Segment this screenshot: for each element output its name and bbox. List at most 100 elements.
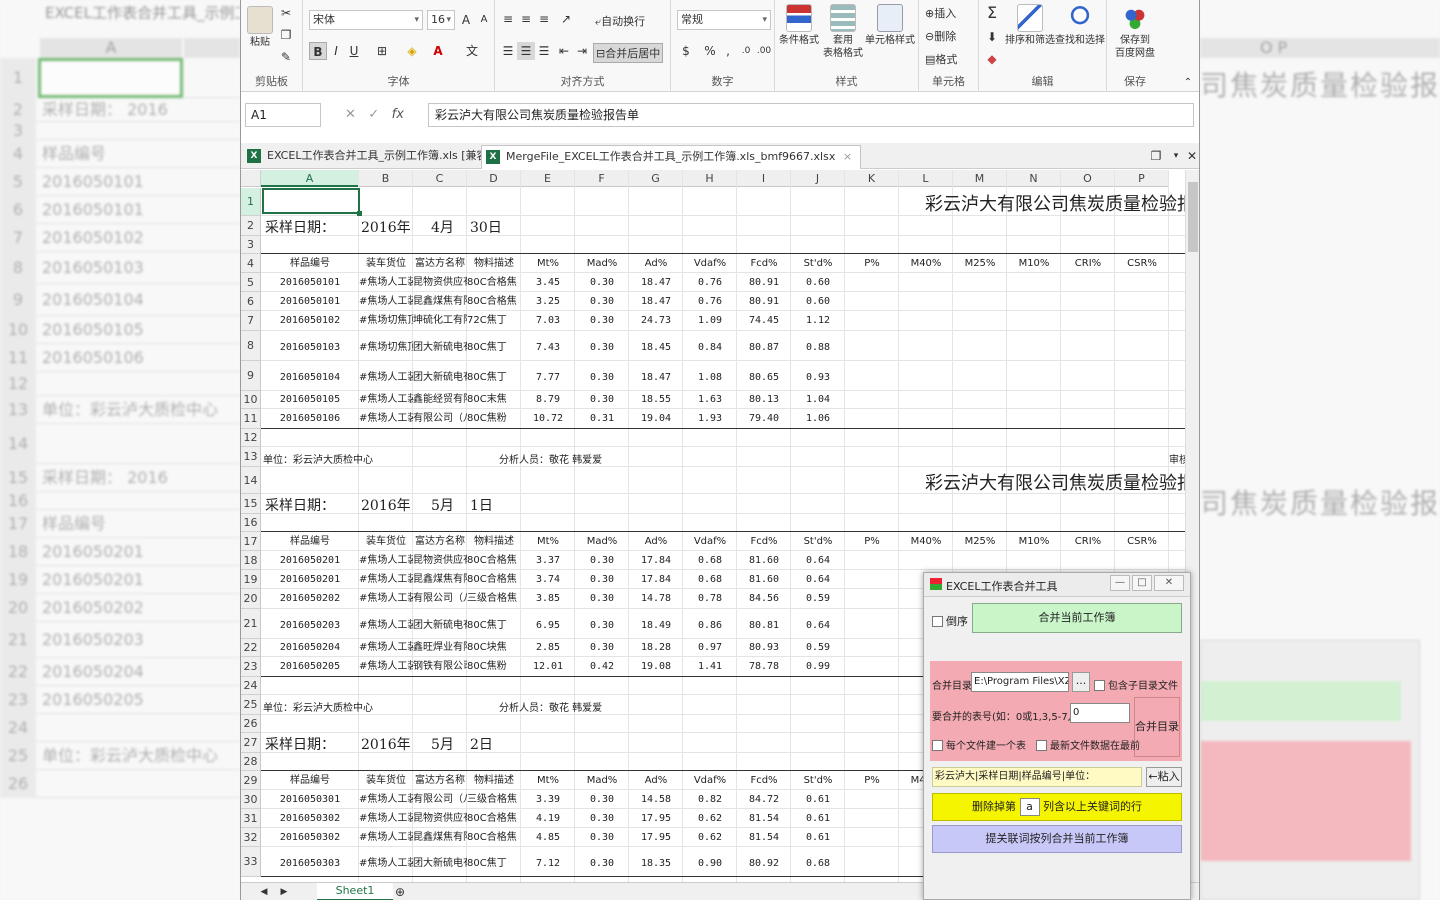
table-row-cell[interactable]: 0.59 — [791, 589, 845, 609]
delete-rows-button[interactable]: 删除掉第 a 列含以上关键词的行 — [932, 793, 1182, 821]
row-header-21[interactable]: 21 — [241, 609, 261, 639]
fill-color-icon[interactable]: ◈ — [403, 42, 421, 60]
table-row-cell[interactable]: 0.30 — [575, 361, 629, 391]
row-header-5[interactable]: 5 — [241, 273, 261, 292]
cut-icon[interactable]: ✂ — [277, 4, 295, 22]
row-header-11[interactable]: 11 — [241, 409, 261, 429]
table-row-cell[interactable]: 0.90 — [683, 847, 737, 877]
table-row-cell[interactable]: #焦场人工装 — [359, 409, 413, 429]
row-header-32[interactable]: 32 — [241, 828, 261, 847]
table-row-cell[interactable]: #焦场切焦顶 — [359, 311, 413, 331]
related-merge-button[interactable]: 提关联词按列合并当前工作簿 — [932, 825, 1182, 853]
table-row-cell[interactable]: 2016050302 — [261, 828, 359, 847]
column-header-C[interactable]: C — [413, 170, 467, 187]
column-header-F[interactable]: F — [575, 170, 629, 187]
table-row-cell[interactable]: 7.77 — [521, 361, 575, 391]
table-row-cell[interactable]: 80C焦丁 — [467, 847, 521, 877]
table-row-cell[interactable]: 2016050104 — [261, 361, 359, 391]
align-right-icon[interactable]: ☰ — [535, 42, 553, 60]
autosum-button[interactable]: Σ — [983, 4, 1001, 22]
align-bottom-icon[interactable]: ≡ — [535, 10, 553, 28]
table-row-cell[interactable]: 0.68 — [683, 551, 737, 570]
newest-first-checkbox[interactable]: 最新文件数据在最前 — [1036, 737, 1140, 752]
table-row-cell[interactable]: 昆鑫煤焦有限 — [413, 292, 467, 311]
table-row-cell[interactable]: 17.95 — [629, 809, 683, 828]
conditional-format-button[interactable]: 条件格式 — [779, 4, 819, 47]
workbook-tab-1[interactable]: X EXCEL工作表合并工具_示例工作簿.xls [兼容模式] — [243, 145, 522, 169]
table-row-cell[interactable]: 80C合格焦 — [467, 828, 521, 847]
italic-button[interactable]: I — [327, 42, 345, 60]
dir-input[interactable]: E:\Program Files\XZB\EXC — [971, 672, 1069, 692]
minimize-icon[interactable]: — — [1110, 575, 1130, 591]
table-row-cell[interactable]: 18.47 — [629, 361, 683, 391]
table-row-cell[interactable]: 72C焦丁 — [467, 311, 521, 331]
table-row-cell[interactable]: 0.42 — [575, 657, 629, 677]
table-row-cell[interactable]: 80.13 — [737, 391, 791, 409]
table-row-cell[interactable]: 0.60 — [791, 273, 845, 292]
format-painter-icon[interactable]: ✎ — [277, 48, 295, 66]
column-header-I[interactable]: I — [737, 170, 791, 187]
align-center-icon[interactable]: ☰ — [517, 42, 535, 60]
table-row-cell[interactable]: 鑫能经贸有限 — [413, 391, 467, 409]
font-color-icon[interactable]: A — [429, 42, 447, 60]
table-row-cell[interactable]: 昆鑫煤焦有限 — [413, 570, 467, 589]
currency-button[interactable]: $ — [677, 42, 695, 60]
table-row-cell[interactable]: 74.45 — [737, 311, 791, 331]
table-row-cell[interactable]: #焦场人工装 — [359, 828, 413, 847]
percent-button[interactable]: % — [701, 42, 719, 60]
row-header-22[interactable]: 22 — [241, 639, 261, 657]
enter-icon[interactable]: ✓ — [368, 107, 379, 122]
table-row-cell[interactable]: 80C合格焦 — [467, 570, 521, 589]
grow-font-icon[interactable]: A — [457, 11, 475, 29]
column-header-G[interactable]: G — [629, 170, 683, 187]
table-row-cell[interactable]: 1.93 — [683, 409, 737, 429]
table-row-cell[interactable]: 0.93 — [791, 361, 845, 391]
table-row-cell[interactable]: 79.40 — [737, 409, 791, 429]
table-row-cell[interactable]: 0.76 — [683, 273, 737, 292]
table-row-cell[interactable]: 0.99 — [791, 657, 845, 677]
sheet-tab-sheet1[interactable]: Sheet1 — [317, 883, 393, 900]
row-header-7[interactable]: 7 — [241, 311, 261, 331]
table-row-cell[interactable]: 80C合格焦 — [467, 809, 521, 828]
table-row-cell[interactable]: 80C焦粉 — [467, 409, 521, 429]
table-row-cell[interactable]: 6.95 — [521, 609, 575, 639]
table-row-cell[interactable]: 0.68 — [791, 847, 845, 877]
table-row-cell[interactable]: 0.60 — [791, 292, 845, 311]
row-header-17[interactable]: 17 — [241, 532, 261, 551]
table-row-cell[interactable]: #焦场人工装 — [359, 273, 413, 292]
table-row-cell[interactable]: 昆鑫煤焦有限 — [413, 828, 467, 847]
table-row-cell[interactable]: 0.30 — [575, 292, 629, 311]
fx-icon[interactable]: fx — [392, 107, 404, 122]
column-header-H[interactable]: H — [683, 170, 737, 187]
row-header-8[interactable]: 8 — [241, 331, 261, 361]
table-row-cell[interactable]: 3.74 — [521, 570, 575, 589]
maximize-icon[interactable]: □ — [1132, 575, 1152, 591]
column-header-D[interactable]: D — [467, 170, 521, 187]
close-tab-icon[interactable]: × — [843, 150, 852, 163]
row-header-28[interactable]: 28 — [241, 753, 261, 771]
table-row-cell[interactable]: 2016050201 — [261, 551, 359, 570]
table-row-cell[interactable]: 团大新硫电有 — [413, 361, 467, 391]
table-row-cell[interactable]: 78.78 — [737, 657, 791, 677]
table-row-cell[interactable]: 0.30 — [575, 790, 629, 809]
column-header-E[interactable]: E — [521, 170, 575, 187]
column-header-L[interactable]: L — [899, 170, 953, 187]
align-middle-icon[interactable]: ≡ — [517, 10, 535, 28]
table-row-cell[interactable]: 0.64 — [791, 551, 845, 570]
insert-button[interactable]: ⊕插入 — [925, 5, 956, 21]
column-header-O[interactable]: O — [1061, 170, 1115, 187]
table-row-cell[interactable]: 18.47 — [629, 273, 683, 292]
border-icon[interactable]: ⊞ — [373, 42, 391, 60]
table-row-cell[interactable]: 19.04 — [629, 409, 683, 429]
column-header-N[interactable]: N — [1007, 170, 1061, 187]
row-header-14[interactable]: 14 — [241, 467, 261, 494]
row-header-4[interactable]: 4 — [241, 254, 261, 273]
column-header-B[interactable]: B — [359, 170, 413, 187]
table-row-cell[interactable]: 4.85 — [521, 828, 575, 847]
column-header-J[interactable]: J — [791, 170, 845, 187]
workbook-tab-2[interactable]: X MergeFile_EXCEL工作表合并工具_示例工作簿.xls_bmf96… — [481, 145, 862, 169]
table-row-cell[interactable]: 团大新硫电有 — [413, 847, 467, 877]
table-row-cell[interactable]: 0.64 — [791, 609, 845, 639]
table-row-cell[interactable]: 2016050205 — [261, 657, 359, 677]
table-row-cell[interactable]: 17.95 — [629, 828, 683, 847]
